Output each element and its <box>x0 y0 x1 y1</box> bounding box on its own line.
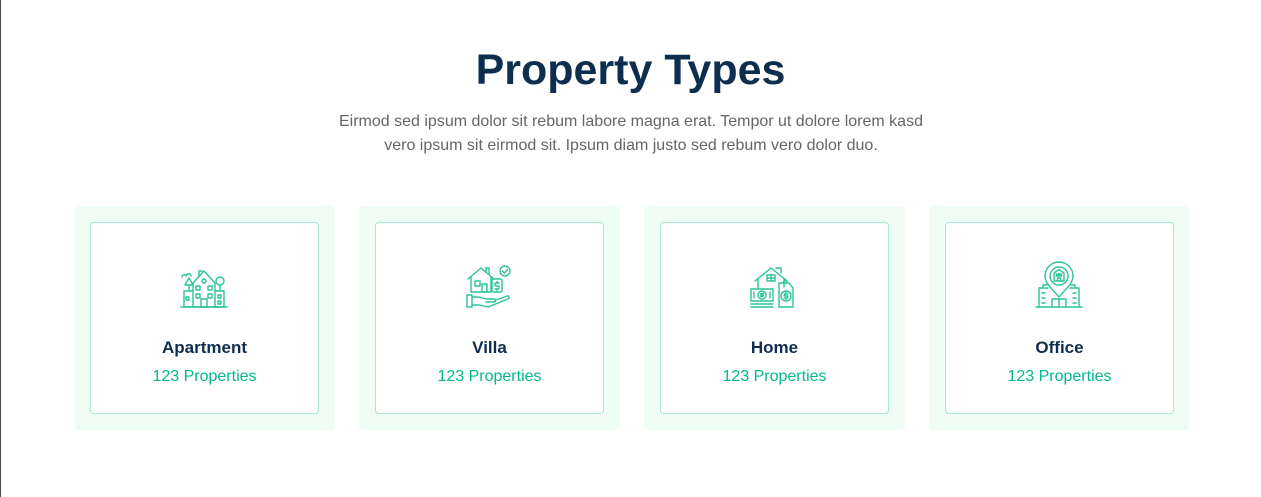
property-type-name: Apartment <box>161 338 247 357</box>
property-type-cards: Apartment 123 Properties Villa 123 Prope… <box>74 206 1190 430</box>
property-card-apartment[interactable]: Apartment 123 Properties <box>74 206 335 430</box>
property-card-inner: Home 123 Properties <box>660 222 889 414</box>
property-count: 123 Properties <box>1007 368 1112 385</box>
property-count: 123 Properties <box>722 368 827 385</box>
property-type-name: Office <box>1035 338 1084 357</box>
property-type-name: Villa <box>472 338 507 357</box>
property-card-inner: Apartment 123 Properties <box>90 222 319 414</box>
apartment-icon <box>179 261 229 311</box>
property-card-office[interactable]: Office 123 Properties <box>929 206 1190 430</box>
property-types-section: Property Types Eirmod sed ipsum dolor si… <box>0 0 1261 497</box>
section-subtitle: Eirmod sed ipsum dolor sit rebum labore … <box>339 113 923 154</box>
property-card-inner: Villa 123 Properties <box>375 222 604 414</box>
property-type-name: Home <box>750 338 799 357</box>
villa-icon <box>464 261 514 311</box>
section-title: Property Types <box>475 46 786 94</box>
home-icon <box>749 261 799 311</box>
property-count: 123 Properties <box>152 368 257 385</box>
property-count: 123 Properties <box>437 368 542 385</box>
property-card-home[interactable]: Home 123 Properties <box>644 206 905 430</box>
property-card-villa[interactable]: Villa 123 Properties <box>359 206 620 430</box>
property-card-inner: Office 123 Properties <box>945 222 1174 414</box>
office-icon <box>1034 261 1084 311</box>
